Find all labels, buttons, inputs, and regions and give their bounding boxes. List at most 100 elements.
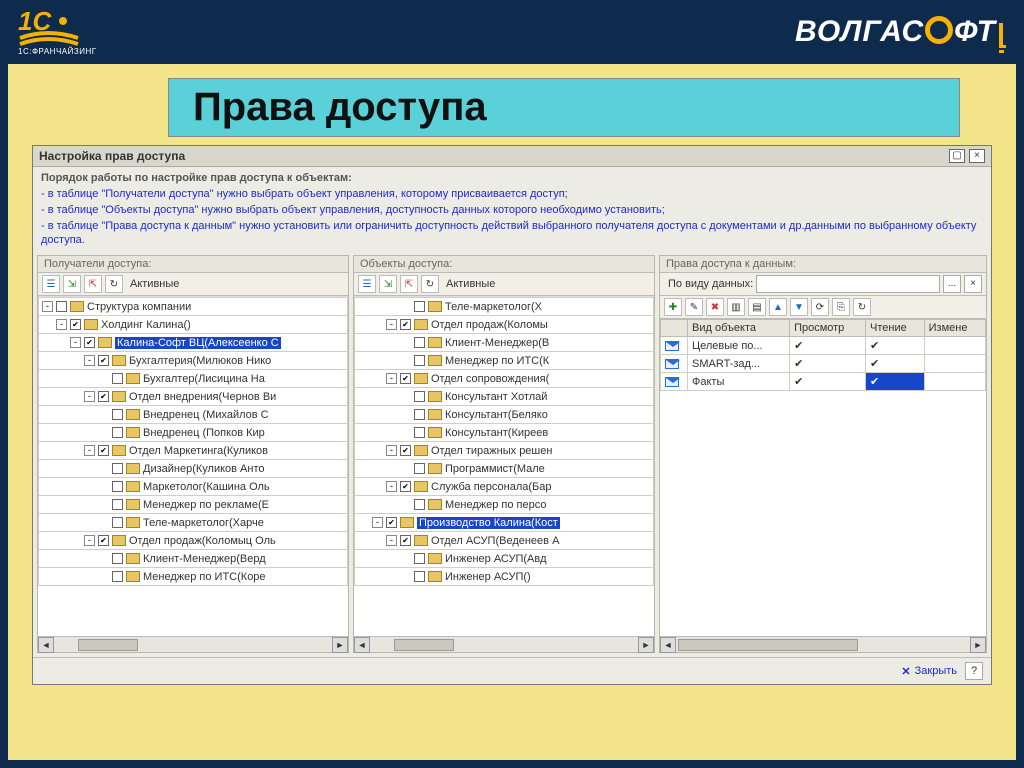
tree-row[interactable]: Инженер АСУП() [355,568,654,586]
rights-btn-edit[interactable]: ✎ [685,298,703,316]
tree-row[interactable]: Теле-маркетолог(Харче [39,514,348,532]
expand-toggle[interactable]: - [386,535,397,546]
row-checkbox[interactable]: ✔ [386,517,397,528]
rights-grid-wrap[interactable]: Вид объекта Просмотр Чтение Измене Целев… [660,319,986,636]
tree-row[interactable]: -✔Отдел продаж(Коломыц Оль [39,532,348,550]
expand-toggle[interactable]: - [84,535,95,546]
toolbar-btn-refresh[interactable]: ↻ [105,275,123,293]
row-checkbox[interactable]: ✔ [98,535,109,546]
window-maximize-button[interactable]: ▢ [949,149,965,163]
expand-toggle[interactable]: - [386,445,397,456]
expand-toggle[interactable]: - [372,517,383,528]
row-checkbox[interactable] [112,373,123,384]
row-checkbox[interactable]: ✔ [98,355,109,366]
rights-btn-8[interactable]: ⟳ [811,298,829,316]
expand-toggle[interactable]: - [84,391,95,402]
row-checkbox[interactable] [414,337,425,348]
rights-btn-4[interactable]: ▥ [727,298,745,316]
rights-btn-refresh[interactable]: ↻ [853,298,871,316]
objects-tree[interactable]: Теле-маркетолог(Х-✔Отдел продаж(КоломыКл… [354,296,654,636]
objects-hscroll[interactable]: ◄► [354,636,654,652]
tree-row[interactable]: Менеджер по рекламе(Е [39,496,348,514]
row-checkbox[interactable] [112,553,123,564]
tree-row[interactable]: -✔Бухгалтерия(Милюков Нико [39,352,348,370]
row-checkbox[interactable]: ✔ [98,445,109,456]
tree-row[interactable]: -✔Холдинг Калина() [39,316,348,334]
tree-row[interactable]: Менеджер по ИТС(Коре [39,568,348,586]
row-checkbox[interactable] [112,499,123,510]
toolbar-btn-refresh[interactable]: ↻ [421,275,439,293]
window-close-button[interactable]: × [969,149,985,163]
rights-cell-read[interactable]: ✔ [866,337,925,355]
row-checkbox[interactable] [414,571,425,582]
row-checkbox[interactable] [56,301,67,312]
rights-cell-edit[interactable] [924,355,985,373]
rights-cell-edit[interactable] [924,337,985,355]
row-checkbox[interactable]: ✔ [70,319,81,330]
row-checkbox[interactable] [414,409,425,420]
help-button[interactable]: ? [965,662,983,680]
tree-row[interactable]: Консультант Хотлай [355,388,654,406]
row-checkbox[interactable] [414,553,425,564]
filter-picker-button[interactable]: ... [943,275,961,293]
recipients-tree[interactable]: -Структура компании-✔Холдинг Калина()-✔К… [38,296,348,636]
tree-row[interactable]: Клиент-Менеджер(Верд [39,550,348,568]
tree-row[interactable]: -Структура компании [39,298,348,316]
rights-cell-view[interactable]: ✔ [790,373,866,391]
col-object-type[interactable]: Вид объекта [688,320,790,337]
rights-btn-down[interactable]: ▼ [790,298,808,316]
row-checkbox[interactable]: ✔ [98,391,109,402]
rights-cell-view[interactable]: ✔ [790,355,866,373]
toolbar-btn-expand[interactable]: ⇲ [379,275,397,293]
row-checkbox[interactable]: ✔ [400,445,411,456]
row-checkbox[interactable] [112,409,123,420]
expand-toggle[interactable]: - [42,301,53,312]
row-checkbox[interactable] [414,463,425,474]
toolbar-btn-expand[interactable]: ⇲ [63,275,81,293]
tree-row[interactable]: -✔Калина-Софт ВЦ(Алексеенко С [39,334,348,352]
expand-toggle[interactable]: - [70,337,81,348]
row-checkbox[interactable]: ✔ [400,319,411,330]
rights-hscroll[interactable]: ◄► [660,636,986,652]
tree-row[interactable]: Внедренец (Попков Кир [39,424,348,442]
toolbar-btn-collapse[interactable]: ⇱ [400,275,418,293]
col-view[interactable]: Просмотр [790,320,866,337]
rights-row[interactable]: SMART-зад...✔✔ [661,355,986,373]
expand-toggle[interactable]: - [386,319,397,330]
row-checkbox[interactable] [414,499,425,510]
row-checkbox[interactable] [112,427,123,438]
row-checkbox[interactable] [414,301,425,312]
rights-row[interactable]: Целевые по...✔✔ [661,337,986,355]
tree-row[interactable]: Клиент-Менеджер(В [355,334,654,352]
expand-toggle[interactable]: - [56,319,67,330]
rights-btn-5[interactable]: ▤ [748,298,766,316]
toolbar-btn-1[interactable]: ☰ [42,275,60,293]
expand-toggle[interactable]: - [386,373,397,384]
row-checkbox[interactable] [112,463,123,474]
rights-row[interactable]: Факты✔✔ [661,373,986,391]
rights-cell-edit[interactable] [924,373,985,391]
toolbar-btn-collapse[interactable]: ⇱ [84,275,102,293]
tree-row[interactable]: -✔Отдел продаж(Коломы [355,316,654,334]
close-link[interactable]: ✕ Закрыть [901,665,957,678]
row-checkbox[interactable]: ✔ [400,535,411,546]
row-checkbox[interactable] [414,427,425,438]
expand-toggle[interactable]: - [84,445,95,456]
rights-cell-read[interactable]: ✔ [866,355,925,373]
tree-row[interactable]: Инженер АСУП(Авд [355,550,654,568]
toolbar-btn-1[interactable]: ☰ [358,275,376,293]
recipients-hscroll[interactable]: ◄► [38,636,348,652]
rights-cell-read[interactable]: ✔ [866,373,925,391]
rights-cell-view[interactable]: ✔ [790,337,866,355]
row-checkbox[interactable] [112,481,123,492]
tree-row[interactable]: Теле-маркетолог(Х [355,298,654,316]
expand-toggle[interactable]: - [386,481,397,492]
tree-row[interactable]: Менеджер по ИТС(К [355,352,654,370]
rights-btn-9[interactable]: ⎘ [832,298,850,316]
tree-row[interactable]: -✔Отдел сопровождения( [355,370,654,388]
rights-btn-up[interactable]: ▲ [769,298,787,316]
tree-row[interactable]: -✔Отдел АСУП(Веденеев А [355,532,654,550]
row-checkbox[interactable] [414,355,425,366]
tree-row[interactable]: Маркетолог(Кашина Оль [39,478,348,496]
tree-row[interactable]: Консультант(Беляко [355,406,654,424]
